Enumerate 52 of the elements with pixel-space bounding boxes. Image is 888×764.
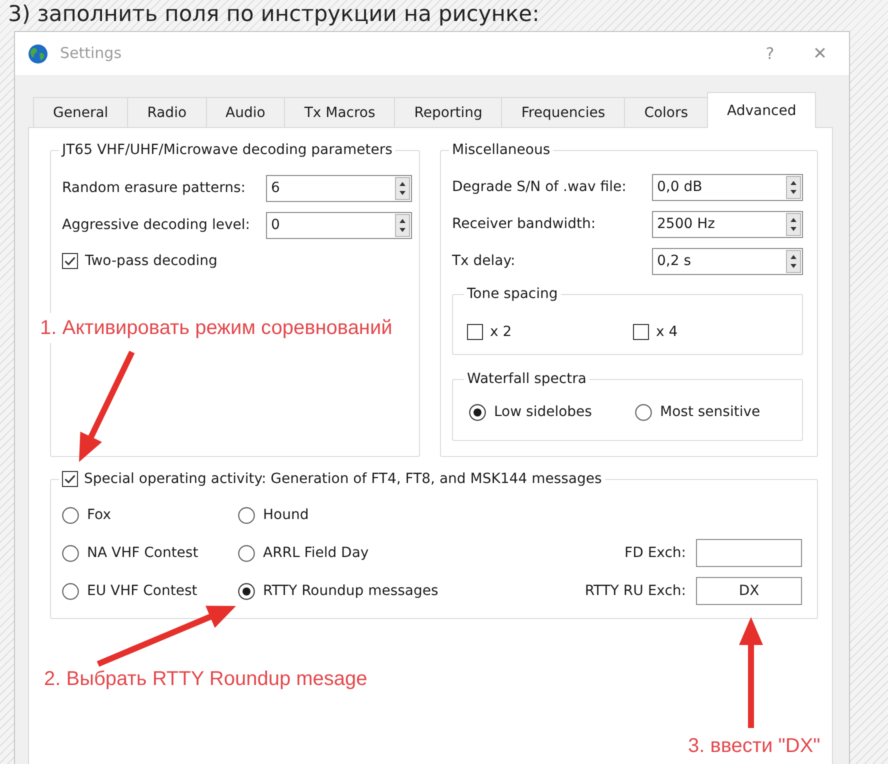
checkbox[interactable]: [633, 324, 649, 340]
globe-icon: [28, 44, 48, 64]
spin-box[interactable]: 0: [266, 212, 412, 239]
up-down-arrows-icon[interactable]: [786, 250, 801, 273]
radio-button[interactable]: [469, 404, 486, 420]
spin-box[interactable]: 2500 Hz: [652, 211, 803, 238]
text-field[interactable]: DX: [696, 577, 802, 605]
radio-label: EU VHF Contest: [87, 582, 198, 600]
field-label: FD Exch:: [624, 544, 686, 562]
radio-label: Hound: [263, 506, 309, 524]
instruction-heading: 3) заполнить поля по инструкции на рисунке:: [7, 1, 540, 29]
radio-label: Most sensitive: [660, 402, 760, 422]
field-label: Aggressive decoding level:: [62, 216, 251, 235]
field-label: Receiver bandwidth:: [452, 215, 597, 234]
group-title: Miscellaneous: [451, 141, 552, 159]
field-label: RTTY RU Exch:: [584, 582, 686, 600]
field-label: Tx delay:: [452, 252, 516, 271]
field-label: Random erasure patterns:: [62, 179, 246, 198]
radio-label: ARRL Field Day: [263, 544, 369, 562]
checkbox-label: x 4: [656, 322, 678, 342]
spin-box[interactable]: 0,0 dB: [652, 174, 803, 201]
checkbox[interactable]: [467, 324, 483, 340]
tab[interactable]: General: [33, 97, 128, 127]
group-title: JT65 VHF/UHF/Microwave decoding parameters: [60, 141, 394, 159]
radio-label: Low sidelobes: [494, 402, 592, 422]
tab[interactable]: Advanced: [707, 92, 816, 128]
radio-button[interactable]: [635, 404, 652, 420]
radio-label: RTTY Roundup messages: [263, 582, 438, 600]
up-down-arrows-icon[interactable]: [395, 177, 410, 200]
radio-button[interactable]: [62, 582, 79, 600]
radio-button[interactable]: [238, 506, 255, 524]
group-title: Special operating activity: Generation of FT4, FT8, and MSK144 messages: [84, 470, 602, 488]
radio-button[interactable]: [62, 506, 79, 524]
spin-box[interactable]: 0,2 s: [652, 248, 803, 275]
group-title: Waterfall spectra: [466, 370, 588, 388]
radio-button[interactable]: [238, 582, 255, 600]
up-down-arrows-icon[interactable]: [395, 214, 410, 237]
checkbox-label: Two-pass decoding: [85, 252, 218, 270]
radio-label: NA VHF Contest: [87, 544, 198, 562]
up-down-arrows-icon[interactable]: [786, 213, 801, 236]
radio-button[interactable]: [62, 544, 79, 562]
window-title: Settings: [60, 44, 122, 64]
up-down-arrows-icon[interactable]: [786, 176, 801, 199]
checkbox[interactable]: [62, 471, 78, 487]
checkbox-label: x 2: [490, 322, 512, 342]
radio-label: Fox: [87, 506, 111, 524]
checkbox[interactable]: [62, 253, 78, 270]
text-field[interactable]: [696, 539, 802, 567]
field-label: Degrade S/N of .wav file:: [452, 178, 628, 197]
radio-button[interactable]: [238, 544, 255, 562]
group-title: Tone spacing: [466, 285, 559, 303]
spin-box[interactable]: 6: [266, 175, 412, 202]
